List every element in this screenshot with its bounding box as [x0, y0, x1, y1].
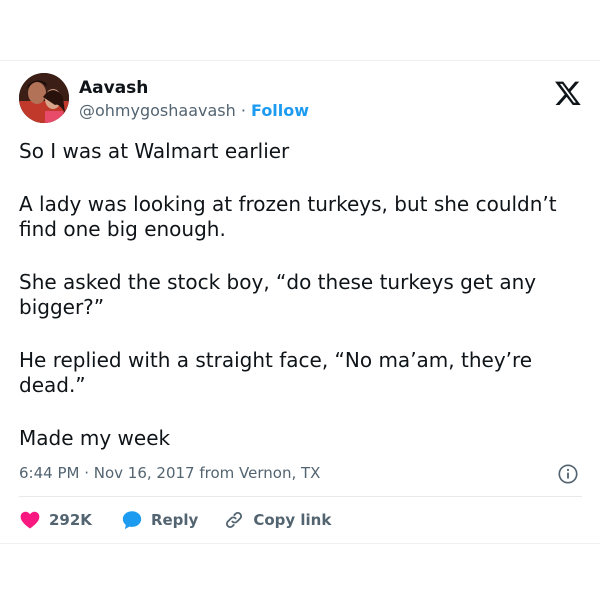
follow-button[interactable]: Follow [251, 101, 309, 120]
heart-icon [20, 511, 40, 529]
handle-line: @ohmygoshaavash · Follow [79, 101, 309, 120]
info-icon[interactable] [557, 463, 579, 485]
tweet-text: So I was at Walmart earlier A lady was l… [19, 139, 584, 451]
copy-link-label: Copy link [253, 511, 332, 529]
handle-separator: · [235, 101, 252, 120]
x-logo-icon[interactable] [554, 79, 582, 107]
tweet-paragraph: He replied with a straight face, “No ma’… [19, 348, 533, 397]
reply-button[interactable]: Reply [121, 509, 198, 531]
tweet-paragraph: Made my week [19, 426, 171, 450]
tweet-timestamp[interactable]: 6:44 PM · Nov 16, 2017 from Vernon, TX [19, 464, 320, 482]
copy-link-button[interactable]: Copy link [223, 509, 331, 531]
tweet-paragraph: So I was at Walmart earlier [19, 139, 290, 163]
avatar-photo [19, 73, 69, 123]
author-handle[interactable]: @ohmygoshaavash [79, 101, 236, 120]
like-count: 292K [49, 511, 92, 529]
tweet-paragraph: She asked the stock boy, “do these turke… [19, 270, 537, 319]
divider [19, 496, 582, 497]
tweet-card: Aavash @ohmygoshaavash · Follow So I was… [0, 60, 600, 544]
reply-label: Reply [150, 511, 199, 529]
speech-bubble-icon [122, 511, 142, 530]
link-icon [226, 511, 243, 529]
tweet-paragraph: A lady was looking at frozen turkeys, bu… [19, 192, 557, 241]
avatar[interactable] [19, 73, 69, 123]
action-bar: 292K Reply Copy link [19, 508, 331, 532]
like-button[interactable]: 292K [19, 509, 92, 531]
author-name[interactable]: Aavash [79, 78, 148, 98]
